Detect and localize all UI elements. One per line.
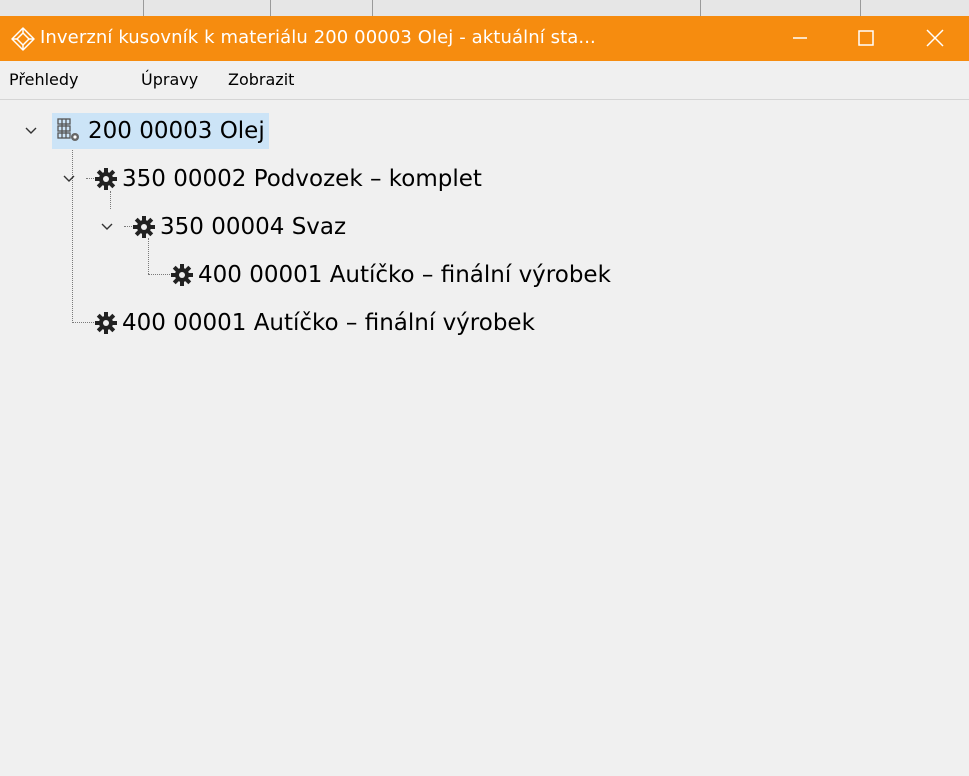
minimize-button[interactable] [768,16,832,61]
gear-icon [95,168,117,190]
gear-icon [95,312,117,334]
tree-connector [72,322,96,323]
tree-node-label: 200 00003 Olej [88,118,265,144]
collapse-chevron-icon[interactable] [24,124,38,138]
column-separator [143,0,144,16]
tree-node-label: 400 00001 Autíčko – finální výrobek [198,262,611,288]
column-separator [372,0,373,16]
tree-node[interactable]: 400 00001 Autíčko – finální výrobek [170,258,615,292]
collapse-chevron-icon[interactable] [100,220,114,234]
gear-icon [133,216,155,238]
tree-node[interactable]: 350 00002 Podvozek – komplet [94,162,486,196]
inverse-bom-tree[interactable]: 200 00003 Olej 350 00002 Podvozek – komp… [10,103,969,776]
close-icon [926,29,944,47]
menu-upravy[interactable]: Úpravy [141,70,198,90]
tree-node-label: 350 00004 Svaz [160,214,347,240]
tree-node[interactable]: 400 00001 Autíčko – finální výrobek [94,306,539,340]
tree-node-label: 400 00001 Autíčko – finální výrobek [122,310,535,336]
collapse-chevron-icon[interactable] [62,172,76,186]
tree-node-label: 350 00002 Podvozek – komplet [122,166,482,192]
title-bar[interactable]: Inverzní kusovník k materiálu 200 00003 … [0,16,969,61]
tree-connector [124,226,132,227]
window-title: Inverzní kusovník k materiálu 200 00003 … [40,27,596,48]
column-separator [860,0,861,16]
app-icon [11,27,35,51]
menu-bar: Přehledy Úpravy Zobrazit [0,61,969,100]
maximize-button[interactable] [834,16,898,61]
minimize-icon [793,37,807,39]
background-window-strip [0,0,969,16]
column-separator [270,0,271,16]
tree-node-root[interactable]: 200 00003 Olej [52,113,269,149]
menu-zobrazit[interactable]: Zobrazit [228,70,294,90]
material-stack-icon [57,118,79,141]
gear-icon [171,264,193,286]
tree-connector [148,274,172,275]
tree-node[interactable]: 350 00004 Svaz [132,210,350,244]
menu-prehledy[interactable]: Přehledy [9,70,79,90]
maximize-icon [858,30,874,46]
tree-connector [86,178,94,179]
column-separator [700,0,701,16]
inverse-bom-window: Inverzní kusovník k materiálu 200 00003 … [0,16,969,776]
tree-connector [72,143,73,323]
close-button[interactable] [903,16,967,61]
